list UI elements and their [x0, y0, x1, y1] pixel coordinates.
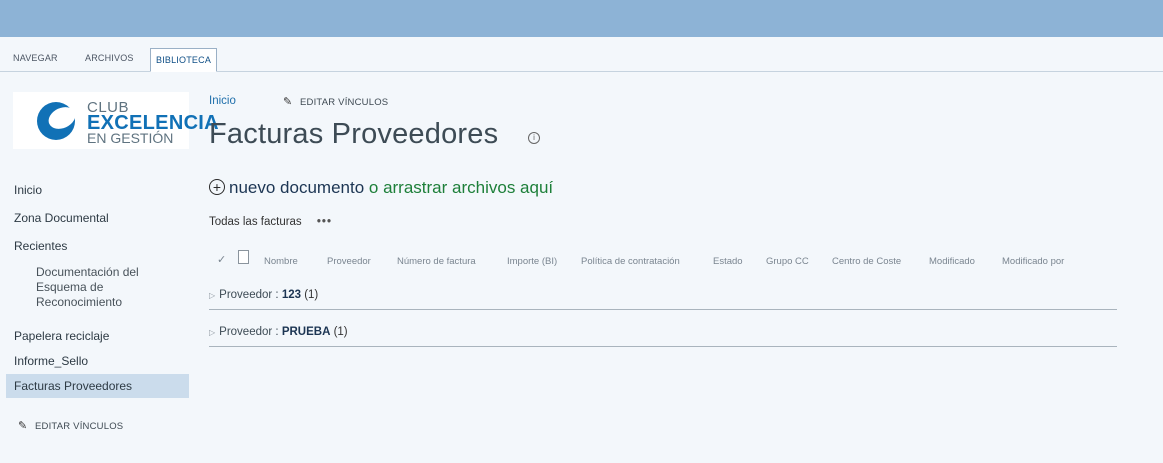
column-header-modificado-por[interactable]: Modificado por [1002, 256, 1064, 267]
document-type-icon [238, 250, 249, 264]
site-logo[interactable]: CLUB EXCELENCIA EN GESTIÓN [13, 92, 219, 149]
group-count: (1) [333, 326, 348, 338]
view-name[interactable]: Todas las facturas [209, 216, 302, 228]
nav-item-facturas-proveedores[interactable]: Facturas Proveedores [6, 374, 189, 398]
group-value: 123 [281, 289, 301, 301]
column-header-grupo-cc[interactable]: Grupo CC [766, 256, 809, 267]
column-header-nombre[interactable]: Nombre [264, 256, 298, 267]
breadcrumb-home[interactable]: Inicio [209, 95, 236, 107]
column-header-modificado[interactable]: Modificado [929, 256, 975, 267]
nav-edit-links-label: EDITAR VÍNCULOS [35, 421, 124, 432]
checkmark-icon[interactable]: ✓ [217, 253, 226, 266]
column-header-politica[interactable]: Política de contratación [581, 256, 680, 267]
expand-triangle-icon[interactable]: ▷ [209, 328, 215, 337]
group-row[interactable]: ▷ Proveedor : PRUEBA (1) [209, 326, 1117, 347]
pencil-icon: ✎ [18, 420, 28, 432]
expand-triangle-icon[interactable]: ▷ [209, 291, 215, 300]
tab-archivos[interactable]: ARCHIVOS [80, 47, 139, 69]
new-document-label: nuevo documento [229, 178, 365, 197]
info-icon[interactable]: i [528, 132, 540, 144]
add-circle-icon: + [209, 179, 225, 195]
nav-item-informe-sello[interactable]: Informe_Sello [6, 349, 189, 373]
logo-text-gestion: EN GESTIÓN [87, 130, 174, 146]
nav-subitem-doc-esquema-3[interactable]: Reconocimiento [6, 295, 189, 310]
nav-edit-links[interactable]: ✎ EDITAR VÍNCULOS [6, 414, 189, 438]
new-document-link[interactable]: + nuevo documento o arrastrar archivos aq… [209, 178, 553, 198]
group-label: Proveedor : [219, 326, 279, 338]
column-header-centro-coste[interactable]: Centro de Coste [832, 256, 901, 267]
breadcrumb-edit-links-label: EDITAR VÍNCULOS [300, 97, 389, 108]
top-suite-bar [0, 0, 1163, 37]
page-title: Facturas Proveedores [209, 118, 499, 150]
column-header-numero-factura[interactable]: Número de factura [397, 256, 476, 267]
tab-navegar[interactable]: NAVEGAR [8, 47, 63, 69]
nav-item-zona-documental[interactable]: Zona Documental [6, 206, 189, 230]
column-header-proveedor[interactable]: Proveedor [327, 256, 371, 267]
view-selector: Todas las facturas ••• [209, 216, 332, 228]
group-label: Proveedor : [219, 289, 279, 301]
pencil-icon: ✎ [283, 96, 293, 108]
nav-subitem-doc-esquema-1[interactable]: Documentación del [6, 265, 189, 280]
nav-item-recientes[interactable]: Recientes [6, 234, 189, 258]
column-header-estado[interactable]: Estado [713, 256, 743, 267]
tab-biblioteca[interactable]: BIBLIOTECA [150, 48, 218, 72]
ribbon: NAVEGAR ARCHIVOS BIBLIOTECA [0, 37, 1163, 72]
drag-hint: o arrastrar archivos aquí [368, 178, 554, 197]
nav-item-papelera[interactable]: Papelera reciclaje [6, 324, 189, 348]
group-count: (1) [304, 289, 319, 301]
group-row[interactable]: ▷ Proveedor : 123 (1) [209, 289, 1117, 310]
group-value: PRUEBA [281, 326, 331, 338]
more-options-icon[interactable]: ••• [317, 216, 332, 228]
column-header-importe[interactable]: Importe (BI) [507, 256, 557, 267]
nav-item-inicio[interactable]: Inicio [6, 178, 189, 202]
nav-subitem-doc-esquema-2[interactable]: Esquema de [6, 280, 189, 295]
breadcrumb-edit-links[interactable]: ✎ EDITAR VÍNCULOS [283, 95, 388, 108]
